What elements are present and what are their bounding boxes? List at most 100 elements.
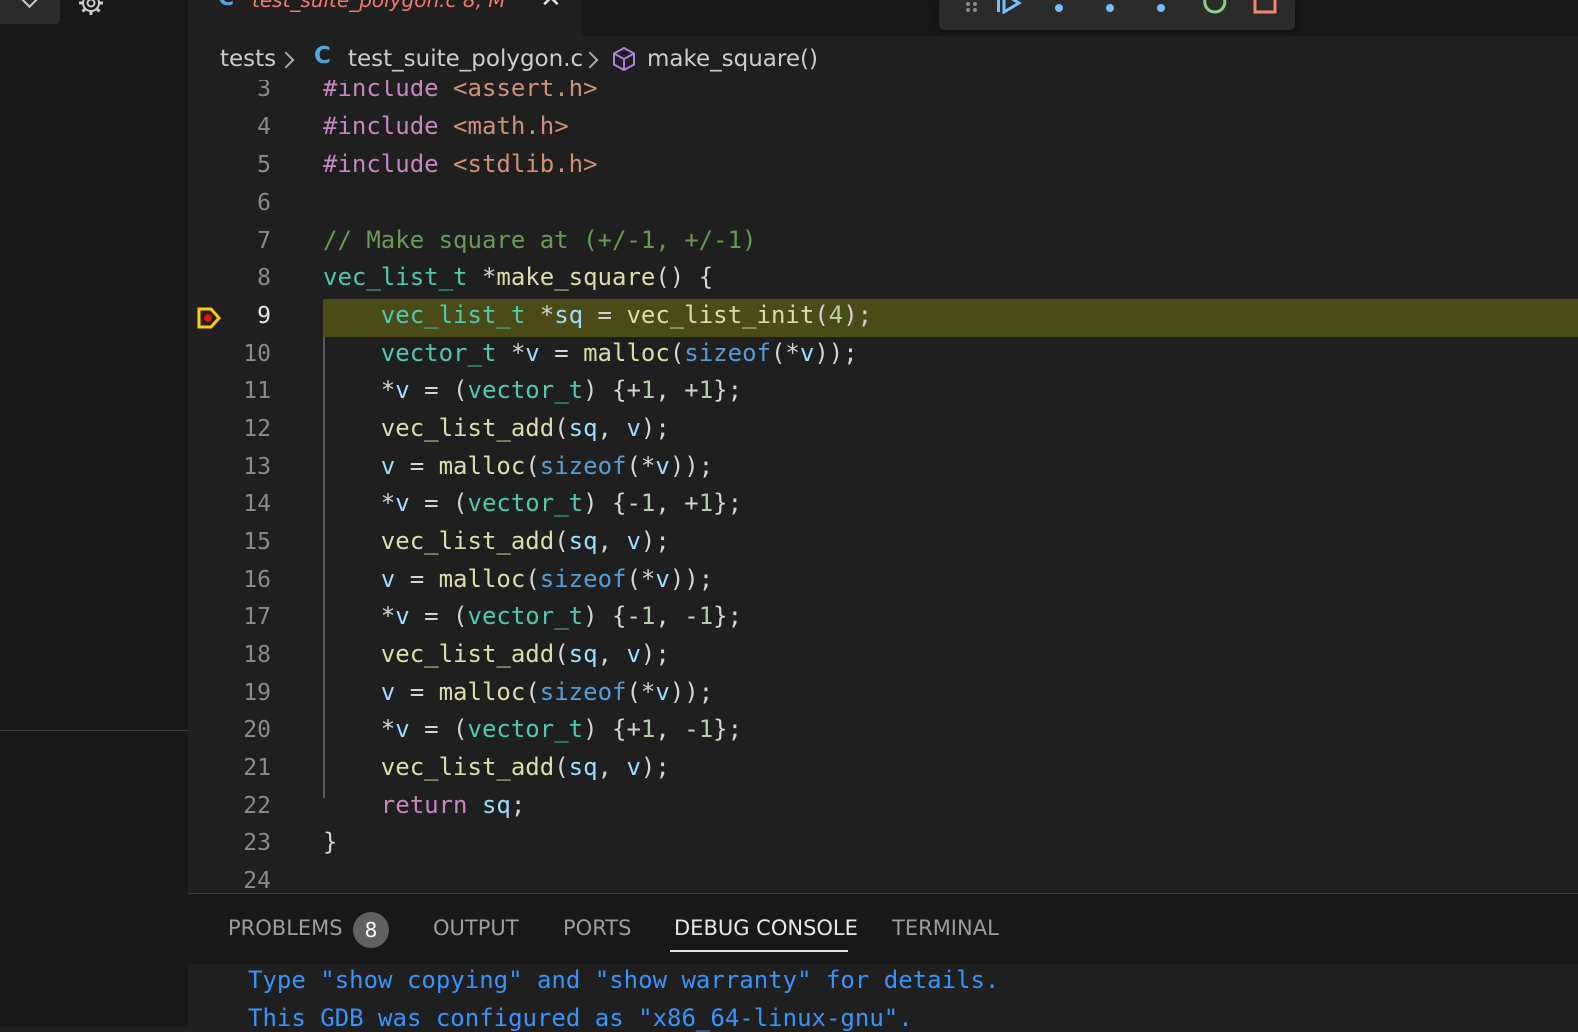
stop-icon[interactable] — [1249, 0, 1281, 14]
code-text: vec_list_add(sq, v); — [380, 640, 670, 668]
symbol-method-icon — [613, 46, 635, 72]
chevron-right-icon — [277, 51, 295, 69]
code-text: return sq; — [380, 791, 526, 819]
continue-icon[interactable] — [993, 0, 1025, 14]
line-number: 4 — [257, 114, 271, 140]
line-number: 16 — [243, 567, 271, 593]
code-line: 18 vec_list_add(sq, v); — [188, 638, 1578, 676]
code-line: 7 // Make square at (+/-1, +/-1) — [188, 224, 1578, 262]
code-text: vector_t *v = malloc(sizeof(*v)); — [380, 339, 858, 367]
step-out-icon[interactable] — [1145, 0, 1177, 14]
breadcrumb-file[interactable]: test_suite_polygon.c — [348, 46, 583, 72]
line-number: 19 — [243, 680, 271, 706]
tab-terminal[interactable]: TERMINAL — [892, 916, 999, 940]
step-into-icon[interactable] — [1094, 0, 1126, 14]
code-line: 6 — [188, 186, 1578, 224]
line-number: 20 — [243, 717, 271, 743]
line-number: 7 — [257, 228, 271, 254]
code-text: // Make square at (+/-1, +/-1) — [323, 226, 757, 254]
line-number: 21 — [243, 755, 271, 781]
sidebar: ··· — [0, 0, 188, 1027]
code-line: 15 vec_list_add(sq, v); — [188, 525, 1578, 563]
line-number: 24 — [243, 868, 271, 893]
code-line: 19 v = malloc(sizeof(*v)); — [188, 676, 1578, 714]
code-text: v = malloc(sizeof(*v)); — [380, 452, 714, 480]
gear-icon[interactable] — [76, 0, 106, 18]
step-over-icon[interactable] — [1043, 0, 1075, 14]
line-number: 18 — [243, 642, 271, 668]
code-line: 5 #include <stdlib.h> — [188, 148, 1578, 186]
code-line: 13 v = malloc(sizeof(*v)); — [188, 450, 1578, 488]
code-line: 4 #include <math.h> — [188, 110, 1578, 148]
active-tab-indicator — [670, 950, 848, 952]
code-text: vec_list_add(sq, v); — [380, 527, 670, 555]
code-text: v = malloc(sizeof(*v)); — [380, 565, 714, 593]
breadcrumb-symbol[interactable]: make_square() — [647, 46, 818, 72]
editor-tab-active[interactable]: C test_suite_polygon.c 8, M ✕ — [188, 0, 582, 36]
line-number: 12 — [243, 416, 271, 442]
tab-problems[interactable]: PROBLEMS — [228, 916, 343, 940]
line-number: 23 — [243, 830, 271, 856]
line-number: 9 — [257, 303, 271, 329]
code-text: #include <math.h> — [323, 112, 569, 140]
restart-icon[interactable] — [1199, 0, 1231, 14]
c-file-icon: C — [314, 43, 331, 69]
code-line-current: 9 vec_list_t *sq = vec_list_init(4); — [188, 299, 1578, 337]
line-number: 3 — [257, 80, 271, 102]
code-text: vec_list_t *sq = vec_list_init(4); — [380, 301, 873, 329]
debug-toolbar — [939, 0, 1295, 30]
debug-console-output[interactable]: Type "show copying" and "show warranty" … — [188, 964, 1578, 1032]
code-line: 17 *v = (vector_t) {-1, -1}; — [188, 600, 1578, 638]
line-number: 10 — [243, 341, 271, 367]
code-line: 16 v = malloc(sizeof(*v)); — [188, 563, 1578, 601]
code-line: 21 vec_list_add(sq, v); — [188, 751, 1578, 789]
code-line: 23 } — [188, 826, 1578, 864]
code-text: *v = (vector_t) {+1, -1}; — [323, 715, 743, 743]
code-text: *v = (vector_t) {-1, -1}; — [323, 602, 743, 630]
code-line: 20 *v = (vector_t) {+1, -1}; — [188, 713, 1578, 751]
chevron-right-icon — [581, 51, 599, 69]
grip-icon[interactable] — [957, 0, 989, 14]
code-text: #include <stdlib.h> — [323, 150, 598, 178]
bottom-panel: PROBLEMS 8 OUTPUT PORTS DEBUG CONSOLE TE… — [188, 893, 1578, 1032]
code-line: 8 vec_list_t *make_square() { — [188, 261, 1578, 299]
breadcrumb-folder[interactable]: tests — [220, 46, 276, 72]
line-number: 15 — [243, 529, 271, 555]
line-number: 11 — [243, 378, 271, 404]
code-line: 14 *v = (vector_t) {-1, +1}; — [188, 487, 1578, 525]
tab-debug-console[interactable]: DEBUG CONSOLE — [674, 916, 858, 940]
line-number: 8 — [257, 265, 271, 291]
code-text: #include <assert.h> — [323, 80, 598, 102]
code-line: 22 return sq; — [188, 789, 1578, 827]
code-editor[interactable]: 3 #include <assert.h> 4 #include <math.h… — [188, 80, 1578, 893]
code-line: 10 vector_t *v = malloc(sizeof(*v)); — [188, 337, 1578, 375]
close-icon[interactable]: ✕ — [540, 0, 562, 14]
c-file-icon: C — [218, 0, 234, 11]
tab-ports[interactable]: PORTS — [563, 916, 631, 940]
console-line: Type "show copying" and "show warranty" … — [248, 966, 1000, 994]
line-number: 6 — [257, 190, 271, 216]
code-line: 11 *v = (vector_t) {+1, +1}; — [188, 374, 1578, 412]
code-text: vec_list_add(sq, v); — [380, 414, 670, 442]
code-line: 12 vec_list_add(sq, v); — [188, 412, 1578, 450]
code-text: *v = (vector_t) {-1, +1}; — [323, 489, 743, 517]
code-text: v = malloc(sizeof(*v)); — [380, 678, 714, 706]
code-text: vec_list_add(sq, v); — [380, 753, 670, 781]
sidebar-header: ··· — [0, 0, 188, 24]
line-number: 17 — [243, 604, 271, 630]
line-number: 22 — [243, 793, 271, 819]
code-text: *v = (vector_t) {+1, +1}; — [323, 376, 743, 404]
problems-count-badge: 8 — [353, 912, 389, 948]
line-number: 5 — [257, 152, 271, 178]
code-line: 3 #include <assert.h> — [188, 80, 1578, 110]
breadcrumb: tests C test_suite_polygon.c make_square… — [188, 38, 1578, 80]
line-number: 14 — [243, 491, 271, 517]
code-line: 24 — [188, 864, 1578, 893]
sidebar-dropdown[interactable] — [0, 0, 60, 24]
more-actions-icon[interactable]: ··· — [128, 0, 156, 10]
code-text: } — [323, 828, 338, 856]
line-number: 13 — [243, 454, 271, 480]
tab-output[interactable]: OUTPUT — [433, 916, 519, 940]
editor-tab-bar: C test_suite_polygon.c 8, M ✕ — [188, 0, 1578, 36]
sidebar-divider — [0, 730, 188, 731]
